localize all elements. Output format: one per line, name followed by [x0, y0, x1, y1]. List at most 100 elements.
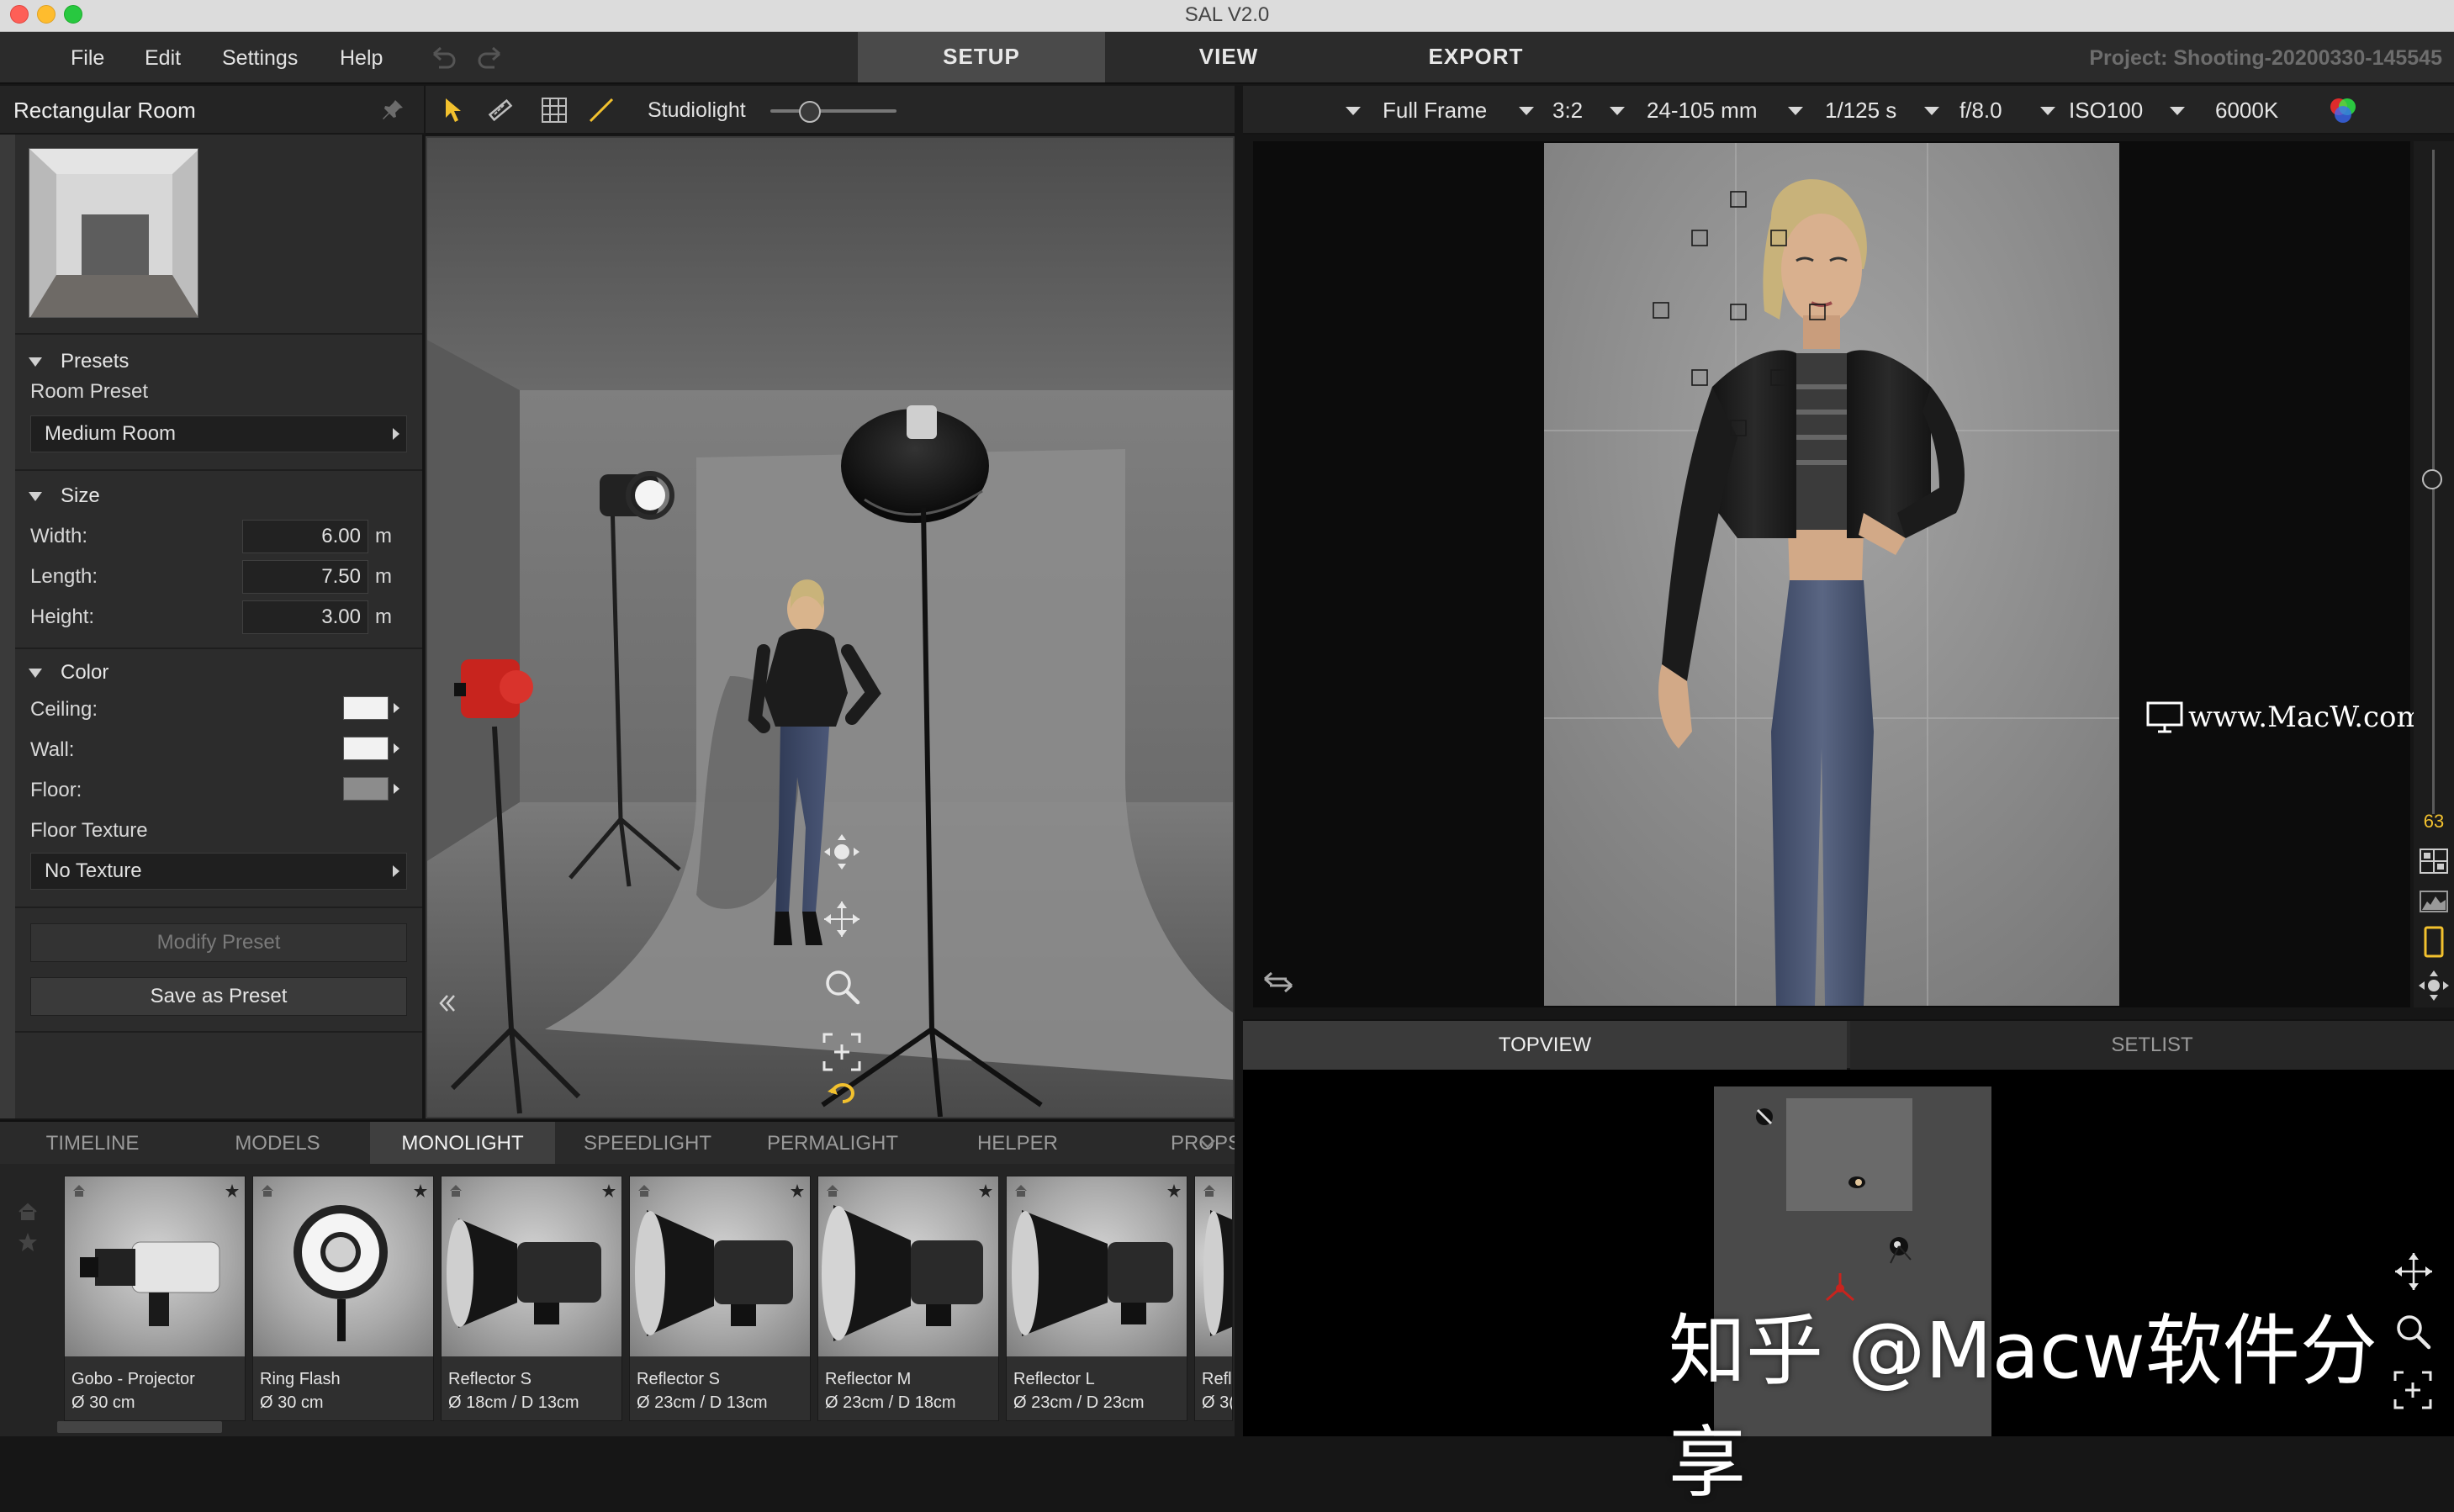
histogram-icon[interactable] [2419, 890, 2449, 913]
zoom-window-button[interactable] [64, 5, 82, 24]
camera-orbit-icon[interactable] [2417, 969, 2451, 1002]
height-field[interactable]: 3.00 [242, 600, 368, 634]
redo-icon[interactable] [476, 44, 506, 72]
home-icon [827, 1185, 838, 1197]
tab-permalight[interactable]: PERMALIGHT [740, 1122, 925, 1166]
floor-texture-value: No Texture [45, 859, 142, 882]
library-item[interactable]: Reflector L Ø 23cm / D 23cm [1006, 1176, 1187, 1421]
reflector-image [635, 1210, 793, 1336]
tab-monolight[interactable]: MONOLIGHT [370, 1122, 555, 1166]
menu-settings[interactable]: Settings [222, 32, 298, 84]
close-window-button[interactable] [10, 5, 29, 24]
tab-setup[interactable]: SETUP [858, 32, 1105, 82]
tab-setlist[interactable]: SETLIST [1850, 1021, 2454, 1070]
favorite-star-icon[interactable] [978, 1183, 993, 1198]
panel-scroll-strip[interactable] [0, 135, 15, 1118]
pan-move-icon[interactable] [821, 898, 863, 940]
line-tool-icon[interactable] [587, 96, 616, 124]
zoom-search-icon[interactable] [821, 965, 863, 1007]
favorite-star-icon[interactable] [413, 1183, 428, 1198]
home-icon [450, 1185, 462, 1197]
iso-dropdown-arrow-icon[interactable] [2040, 107, 2055, 115]
studiolight-slider-track[interactable] [770, 101, 896, 123]
aperture-dropdown-arrow-icon[interactable] [1924, 107, 1939, 115]
library-item[interactable]: Refl Ø 3( [1194, 1176, 1233, 1421]
ceiling-color-picker[interactable] [343, 696, 399, 720]
pin-icon[interactable] [380, 98, 405, 123]
library-item-image [442, 1176, 621, 1356]
measure-tool-icon[interactable] [486, 96, 515, 124]
aspect-dropdown-arrow-icon[interactable] [1519, 107, 1534, 115]
library-item[interactable]: Ring Flash Ø 30 cm [252, 1176, 434, 1421]
library-scrollbar[interactable] [57, 1421, 222, 1433]
favorite-star-icon[interactable] [601, 1183, 616, 1198]
orbit-icon[interactable] [821, 831, 863, 873]
tab-export[interactable]: EXPORT [1352, 32, 1600, 82]
library-item-size: Ø 23cm / D 23cm [1013, 1393, 1145, 1412]
wb-dropdown-arrow-icon[interactable] [2170, 107, 2185, 115]
library-item-size: Ø 23cm / D 13cm [637, 1393, 768, 1412]
floor-texture-dropdown[interactable]: No Texture [30, 853, 407, 890]
menu-help[interactable]: Help [340, 32, 383, 84]
white-balance-value[interactable]: 6000K [2215, 86, 2278, 135]
favorite-star-icon[interactable] [790, 1183, 805, 1198]
menu-file[interactable]: File [71, 32, 104, 84]
menu-edit[interactable]: Edit [145, 32, 181, 84]
sensor-dropdown-arrow-icon[interactable] [1346, 107, 1361, 115]
iso-value[interactable]: ISO100 [2069, 86, 2143, 135]
tab-topview[interactable]: TOPVIEW [1243, 1021, 1847, 1070]
save-as-preset-button[interactable]: Save as Preset [30, 977, 407, 1016]
grid-overlay-icon[interactable] [2419, 848, 2449, 875]
size-section-header[interactable]: Size [29, 481, 100, 511]
library-item[interactable]: Reflector S Ø 23cm / D 13cm [629, 1176, 811, 1421]
aspect-value[interactable]: 3:2 [1552, 86, 1583, 135]
tab-helper[interactable]: HELPER [925, 1122, 1110, 1166]
tab-timeline[interactable]: TIMELINE [0, 1122, 185, 1166]
presets-section-header[interactable]: Presets [29, 346, 129, 377]
undo-icon[interactable] [427, 44, 457, 72]
tab-models[interactable]: MODELS [185, 1122, 370, 1166]
library-item[interactable]: Reflector S Ø 18cm / D 13cm [441, 1176, 622, 1421]
color-channels-icon[interactable] [2328, 96, 2358, 126]
favorite-star-icon[interactable] [225, 1183, 240, 1198]
color-section-header[interactable]: Color [29, 658, 108, 688]
width-field[interactable]: 6.00 [242, 520, 368, 553]
3d-studio-viewport[interactable] [426, 136, 1235, 1118]
home-filter-icon[interactable] [17, 1201, 39, 1223]
shutter-dropdown-arrow-icon[interactable] [1788, 107, 1803, 115]
reset-rotate-icon[interactable] [826, 1080, 859, 1108]
viewport-toolbar: Studiolight [426, 86, 1235, 135]
length-field[interactable]: 7.50 [242, 560, 368, 594]
model-marker-icon [1848, 1176, 1865, 1188]
shutter-value[interactable]: 1/125 s [1825, 86, 1896, 135]
camera-photo-frame[interactable] [1544, 143, 2119, 1006]
topview-pan-icon[interactable] [2392, 1250, 2435, 1293]
room-preset-dropdown[interactable]: Medium Room [30, 415, 407, 452]
wall-color-picker[interactable] [343, 737, 399, 760]
floor-color-picker[interactable] [343, 777, 399, 801]
minimize-window-button[interactable] [37, 5, 56, 24]
submenu-arrow-icon [393, 865, 399, 877]
lens-value[interactable]: 24-105 mm [1647, 86, 1758, 135]
swap-arrows-icon[interactable] [1261, 967, 1295, 997]
grid-icon[interactable] [540, 96, 569, 124]
modify-preset-button[interactable]: Modify Preset [30, 923, 407, 962]
library-item-name: Reflector L [1013, 1370, 1095, 1388]
fit-view-icon[interactable] [821, 1031, 863, 1073]
sensor-value[interactable]: Full Frame [1383, 86, 1487, 135]
orientation-icon[interactable] [2420, 925, 2447, 959]
chevron-down-icon[interactable] [1198, 1134, 1218, 1154]
favorites-filter-icon[interactable] [17, 1231, 39, 1253]
aperture-value[interactable]: f/8.0 [1959, 86, 2002, 135]
room-thumbnail[interactable] [29, 148, 198, 318]
focal-slider-knob[interactable] [2422, 469, 2442, 489]
studiolight-slider-knob[interactable] [799, 101, 821, 123]
tab-view[interactable]: VIEW [1105, 32, 1352, 82]
collapse-panel-icon[interactable] [434, 991, 459, 1016]
lens-dropdown-arrow-icon[interactable] [1610, 107, 1625, 115]
select-arrow-icon[interactable] [441, 96, 468, 124]
library-item[interactable]: Reflector M Ø 23cm / D 18cm [817, 1176, 999, 1421]
library-item[interactable]: Gobo - Projector Ø 30 cm [64, 1176, 246, 1421]
tab-speedlight[interactable]: SPEEDLIGHT [555, 1122, 740, 1166]
favorite-star-icon[interactable] [1166, 1183, 1182, 1198]
